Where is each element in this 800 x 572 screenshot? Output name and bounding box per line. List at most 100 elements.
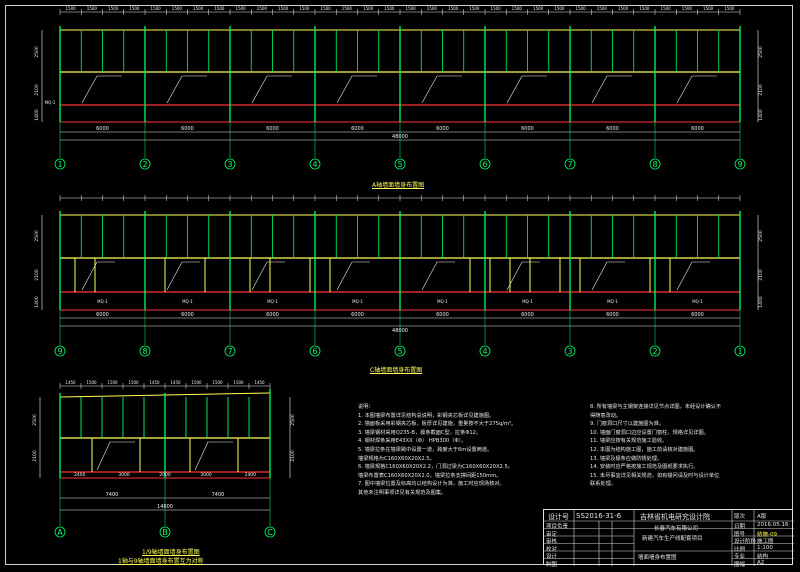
design-no: SS2016-31-6 bbox=[576, 512, 622, 520]
top-dim-text: 1500 bbox=[172, 6, 183, 11]
note-line: 15. 未尽事宜详见相关规范，如有疑问请及时与设计单位 bbox=[590, 472, 720, 479]
sag-rod bbox=[81, 75, 98, 104]
top-dim-text: 1500 bbox=[342, 6, 353, 11]
top-dim-text: 1500 bbox=[257, 6, 268, 11]
grid-label: 7 bbox=[227, 347, 232, 356]
note-line: 1. 本图墙梁布置详见结构总说明，彩钢夹芯板详见建施图。 bbox=[358, 412, 495, 419]
grid-label: 5 bbox=[397, 347, 402, 356]
bay-dim-text: 6000 bbox=[96, 312, 109, 318]
top-dim-text: 1500 bbox=[108, 6, 119, 11]
top-dim-text: 1500 bbox=[151, 6, 162, 11]
top-dim-text: 1500 bbox=[576, 6, 587, 11]
door-mark-text: MQ-1 bbox=[352, 299, 363, 304]
top-dim-text: 1500 bbox=[682, 6, 693, 11]
bay-dim-text: 6000 bbox=[691, 126, 704, 132]
top-dim-text: 1500 bbox=[618, 6, 629, 11]
elevation-c-title: C轴墙面墙身布置图 bbox=[370, 367, 423, 374]
bay-dim-text: 6000 bbox=[181, 126, 194, 132]
top-dim-text: 1500 bbox=[661, 6, 672, 11]
note-line: 3. 墙梁钢材采用Q235-B，檩条截面C型，拉条Φ12。 bbox=[358, 429, 482, 436]
client-name: 长春汽车有限公司 bbox=[654, 526, 699, 532]
side-dim-text: 2100 bbox=[32, 450, 38, 462]
side-dim-text: 2100 bbox=[34, 84, 40, 96]
elevation-side-subtitle: 1轴与9轴墙面墙身布置互为对称 bbox=[118, 558, 204, 565]
side-dim-text: 1400 bbox=[758, 109, 764, 121]
side-dim-text: 2100 bbox=[758, 269, 764, 281]
top-dim-text: 1500 bbox=[533, 6, 544, 11]
sag-rod bbox=[676, 75, 693, 104]
top-dim-text: 1500 bbox=[212, 380, 223, 385]
top-dim-text: 1500 bbox=[512, 6, 523, 11]
grid-label: 2 bbox=[652, 347, 657, 356]
bay-dim-text: 6000 bbox=[266, 126, 279, 132]
right-value: 2016.05.16 bbox=[757, 522, 789, 528]
project-name: 新建汽车生产线配套项目 bbox=[642, 536, 703, 542]
top-dim-text: 1500 bbox=[384, 6, 395, 11]
sag-rod bbox=[194, 441, 209, 471]
top-dim-text: 1500 bbox=[87, 6, 98, 11]
grid-label: B bbox=[162, 528, 168, 537]
grid-label: 7 bbox=[567, 160, 572, 169]
side-dim-text: 2500 bbox=[34, 46, 40, 58]
sag-rod bbox=[336, 75, 353, 104]
grid-label: C bbox=[267, 528, 273, 537]
top-dim-text: 1500 bbox=[278, 6, 289, 11]
side-dim-text: 2500 bbox=[290, 414, 296, 426]
top-dim-text: 1500 bbox=[86, 380, 97, 385]
grid-label: 3 bbox=[227, 160, 232, 169]
bay-dim-text: 6000 bbox=[266, 312, 279, 318]
top-dim-text: 1500 bbox=[491, 6, 502, 11]
grid-label: 9 bbox=[737, 160, 742, 169]
top-dim-text: 1500 bbox=[191, 380, 202, 385]
grid-label: 3 bbox=[567, 347, 572, 356]
side-dim-text: 2500 bbox=[32, 414, 38, 426]
design-no-label: 设计号 bbox=[548, 513, 569, 521]
top-dim-text: 1500 bbox=[129, 6, 140, 11]
note-line: 联系处理。 bbox=[590, 481, 616, 488]
note-line: 11. 墙梁应按有关规范施工验收。 bbox=[590, 438, 668, 445]
top-dim-text: 1500 bbox=[66, 6, 77, 11]
right-label: 版次 bbox=[734, 514, 746, 520]
side-dim-text: 1400 bbox=[34, 109, 40, 121]
note-line: 7. 图中墙梁位置及标高均以结构设计为准，施工时应现场核对。 bbox=[358, 481, 505, 488]
grid-label: 1 bbox=[57, 160, 62, 169]
side-dim-text: 2100 bbox=[34, 269, 40, 281]
top-dim-text: 1500 bbox=[448, 6, 459, 11]
top-dim-text: 1500 bbox=[236, 6, 247, 11]
sag-rod bbox=[591, 261, 608, 291]
lower-dim-text: 2400 bbox=[245, 472, 257, 478]
top-dim-text: 1450 bbox=[149, 380, 160, 385]
note-line: 墙梁规格为C160X60X20X2.5。 bbox=[358, 455, 435, 462]
drawing-name: 墙面墙身布置图 bbox=[638, 555, 677, 561]
note-line: 12. 本图为结构施工图，施工前请核对建施图。 bbox=[590, 446, 699, 453]
note-line: 墙梁布置表C160X60X20X2.0，墙梁拉条支撑间距150mm。 bbox=[358, 472, 502, 479]
mark-text: MQ-1 bbox=[45, 100, 56, 105]
top-dim-text: 1500 bbox=[554, 6, 565, 11]
note-line: 4. 钢材焊条采用E43XX（Φ） HPB300（Φ）。 bbox=[358, 438, 467, 445]
side-dim-text: 2100 bbox=[758, 84, 764, 96]
bay-dim-text: 6000 bbox=[181, 312, 194, 318]
top-dim-text: 1500 bbox=[363, 6, 374, 11]
bay-dim-text: 6000 bbox=[521, 126, 534, 132]
right-value: A2 bbox=[757, 559, 765, 566]
door-mark-text: MQ-1 bbox=[437, 299, 448, 304]
note-line: 10. 墙面门窗洞口边应设置门窗柱，规格详见详图。 bbox=[590, 429, 709, 436]
note-line: 14. 安装时应严格按施工规范及图纸要求执行。 bbox=[590, 464, 699, 471]
bay-dim-text: 6000 bbox=[351, 312, 364, 318]
sag-rod bbox=[506, 75, 523, 104]
door-mark-text: MQ-1 bbox=[522, 299, 533, 304]
note-line: 6. 墙梁规格C160X60X20X2.2，门洞过梁为C160X60X20X2.… bbox=[358, 464, 513, 471]
side-dim-text: 2500 bbox=[758, 46, 764, 58]
bay-dim-text: 6000 bbox=[691, 312, 704, 318]
title-block: 设计号 SS2016-31-6 吉林省机电研究设计院 长春汽车有限公司 新建汽车… bbox=[543, 509, 794, 568]
top-dim-text: 1500 bbox=[427, 6, 438, 11]
grid-label: 4 bbox=[482, 347, 487, 356]
note-line: 9. 门窗洞口尺寸以建施图为准。 bbox=[590, 421, 665, 428]
general-notes-continued: 8. 所有墙梁与主钢架连接详见节点详图，未经设计确认不 得随意改动。 9. 门窗… bbox=[590, 403, 790, 489]
top-dim-text: 1500 bbox=[193, 6, 204, 11]
side-dim-text: 1400 bbox=[34, 296, 40, 308]
top-dim-text: 1500 bbox=[128, 380, 139, 385]
door-mark-text: MQ-1 bbox=[182, 299, 193, 304]
door-mark-text: MQ-1 bbox=[692, 299, 703, 304]
row-label: 制图 bbox=[546, 561, 558, 568]
